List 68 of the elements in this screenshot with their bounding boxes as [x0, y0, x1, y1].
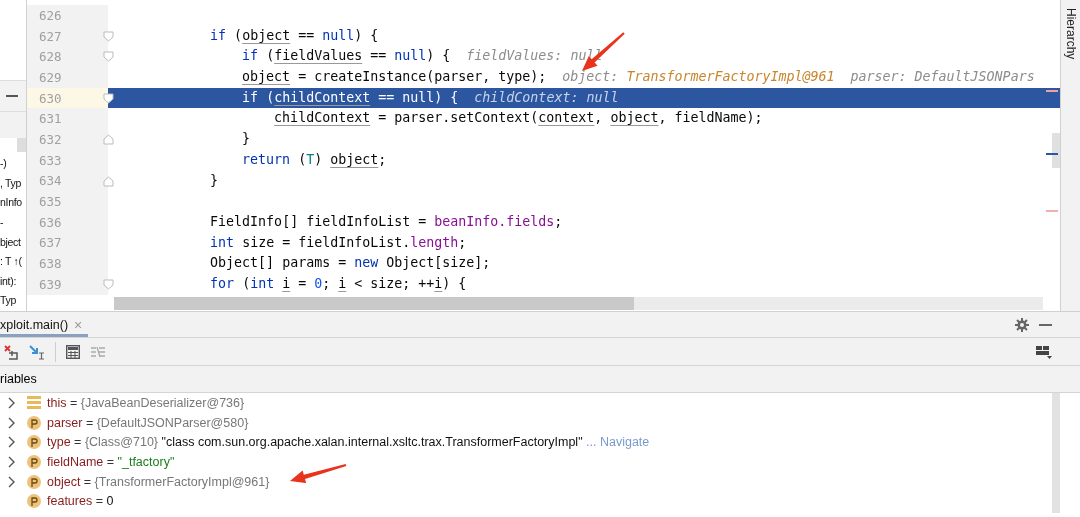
- variable-entry[interactable]: fieldName = "_tfactory": [47, 454, 175, 469]
- line-number: 627: [39, 28, 62, 44]
- line-number: 636: [39, 214, 62, 230]
- vertical-scrollbar[interactable]: [1052, 133, 1060, 168]
- code-line: }: [209, 171, 219, 190]
- parameter-icon: [27, 435, 41, 450]
- minimize-icon[interactable]: [1039, 323, 1052, 326]
- inline-hint: parser: DefaultJSONPars: [850, 68, 1035, 87]
- parameter-icon: [27, 415, 41, 430]
- calculator-icon[interactable]: [66, 344, 80, 359]
- line-number: 638: [39, 256, 62, 272]
- fold-marker-icon[interactable]: [103, 134, 114, 146]
- parameter-icon: [27, 474, 41, 489]
- tree-item[interactable]: int):: [0, 271, 16, 292]
- tool-window-tab[interactable]: Hierarchy: [1064, 8, 1078, 60]
- fold-marker-icon[interactable]: [103, 175, 114, 187]
- inline-hint: object: TransformerFactoryImpl@961: [562, 68, 835, 87]
- drop-frame-icon[interactable]: [3, 343, 19, 360]
- parameter-icon: [27, 454, 41, 469]
- settings-icon[interactable]: [1015, 317, 1029, 332]
- tree-item[interactable]: nInfo: [0, 193, 22, 214]
- variable-entry[interactable]: features = 0: [47, 494, 114, 509]
- line-number: 632: [39, 131, 62, 147]
- section-title: riables: [0, 372, 37, 386]
- vertical-scrollbar[interactable]: [17, 138, 26, 153]
- line-number: 635: [39, 194, 62, 210]
- line-number: 631: [39, 111, 62, 127]
- fold-marker-icon[interactable]: [103, 92, 114, 104]
- code-line: }: [241, 130, 251, 149]
- variable-entry[interactable]: this = {JavaBeanDeserializer@736}: [47, 395, 245, 410]
- inline-hint: childContext: null: [474, 88, 619, 107]
- tree-item[interactable]: : T ↑(: [0, 252, 22, 272]
- tree-item[interactable]: -): [0, 154, 7, 174]
- line-number: 634: [39, 173, 62, 189]
- step-into-icon[interactable]: [29, 343, 45, 360]
- layout-icon[interactable]: [1036, 344, 1052, 359]
- minimize-icon[interactable]: [6, 94, 18, 97]
- code-line: if (fieldValues == null) {: [241, 47, 451, 66]
- line-number: 628: [39, 49, 62, 65]
- fold-marker-icon[interactable]: [103, 30, 114, 42]
- fields-icon: [27, 396, 41, 410]
- code-line: for (int i = 0; i < size; ++i) {: [209, 274, 467, 293]
- line-number: 629: [39, 69, 62, 85]
- line-number: 639: [39, 276, 62, 292]
- code-line: if (object == null) {: [209, 26, 379, 45]
- parameter-icon: [27, 494, 41, 509]
- variable-entry[interactable]: parser = {DefaultJSONParser@580}: [47, 415, 249, 430]
- tree-item[interactable]: -: [0, 213, 4, 233]
- variable-entry[interactable]: type = {Class@710} "class com.sun.org.apache.xalan.internal.xsltc.trax.TransformerFactoryImpl": [47, 435, 583, 450]
- fold-marker-icon[interactable]: [103, 278, 114, 290]
- variable-entry[interactable]: object = {TransformerFactoryImpl@961}: [47, 474, 270, 489]
- vertical-scrollbar[interactable]: [1052, 393, 1060, 513]
- line-number: 637: [39, 235, 62, 251]
- tree-item[interactable]: Typ: [0, 291, 17, 311]
- code-line: int size = fieldInfoList.length;: [209, 233, 467, 252]
- code-line: return (T) object;: [241, 150, 387, 169]
- line-number: 626: [39, 7, 62, 23]
- horizontal-scrollbar[interactable]: [114, 297, 1043, 310]
- code-line: FieldInfo[] fieldInfoList = beanInfo.fields;: [209, 212, 563, 231]
- fold-marker-icon[interactable]: [103, 51, 114, 63]
- code-line: object = createInstance(parser, type);: [241, 68, 547, 87]
- tree-item[interactable]: , Typ: [0, 173, 22, 194]
- code-line: if (childContext == null) {: [241, 88, 459, 107]
- code-line: Object[] params = new Object[size];: [209, 254, 491, 273]
- line-number: 630: [39, 90, 62, 106]
- line-number: 633: [39, 152, 62, 168]
- code-line: childContext = parser.setContext(context, object, fieldName);: [273, 109, 763, 128]
- tree-item[interactable]: bject: [0, 232, 21, 253]
